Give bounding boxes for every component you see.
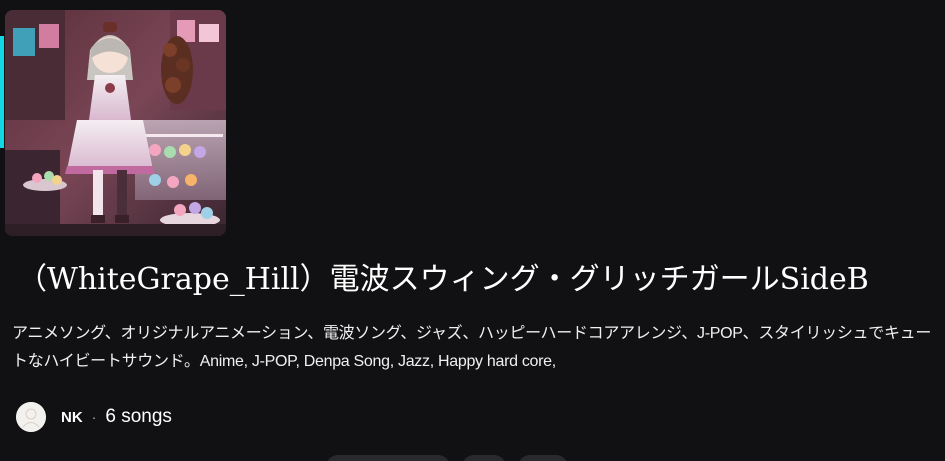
playlist-description: アニメソング、オリジナルアニメーション、電波ソング、ジャズ、ハッピーハードコアア…: [12, 325, 932, 370]
playlist-meta: NK · 6 songs: [16, 402, 172, 432]
owner-name-link[interactable]: NK: [61, 409, 83, 426]
cover-illustration-icon: [5, 10, 226, 236]
play-all-button[interactable]: [326, 455, 450, 461]
song-count: 6 songs: [105, 406, 172, 427]
shuffle-button[interactable]: [462, 455, 506, 461]
playlist-title: （WhiteGrape_Hill）電波スウィング・グリッチガールSideB: [17, 262, 869, 297]
playlist-page: （WhiteGrape_Hill）電波スウィング・グリッチガールSideB アニ…: [0, 0, 945, 461]
action-button-row: [326, 455, 568, 461]
meta-separator: ·: [91, 409, 97, 425]
more-options-button[interactable]: [518, 455, 568, 461]
playlist-cover-art[interactable]: [5, 10, 226, 236]
owner-avatar[interactable]: [16, 402, 46, 432]
user-avatar-icon: [16, 402, 46, 432]
accent-edge: [0, 36, 4, 148]
